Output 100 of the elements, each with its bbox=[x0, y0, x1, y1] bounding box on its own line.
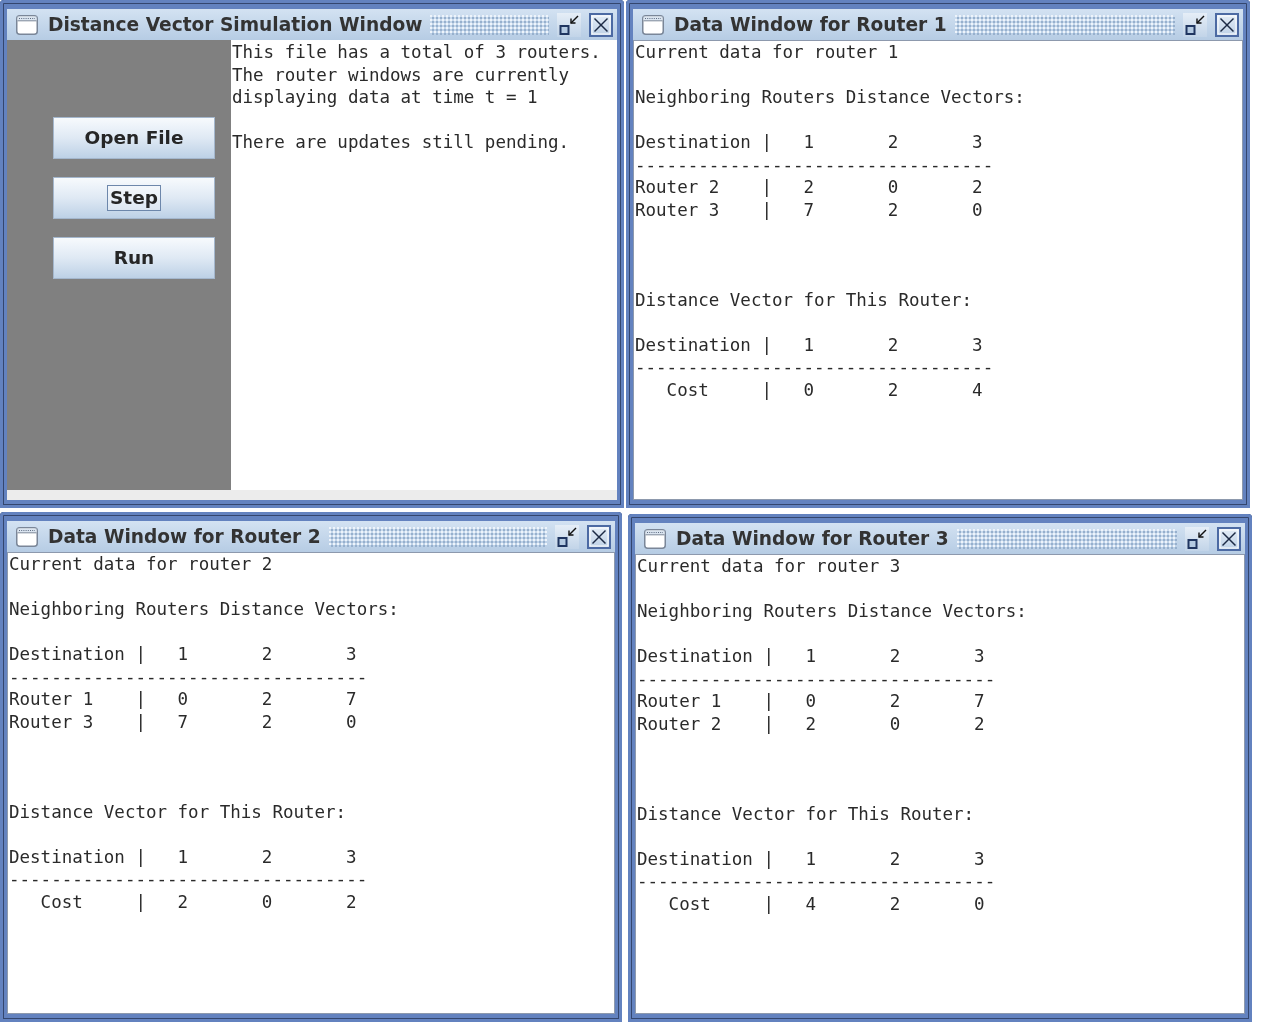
bar-separator: | bbox=[761, 198, 772, 221]
iconify-button[interactable] bbox=[557, 12, 581, 37]
message-text: There are updates still pending. bbox=[232, 131, 571, 154]
close-button[interactable] bbox=[589, 12, 613, 37]
table-value: 2 bbox=[887, 378, 899, 401]
table-value: 2 bbox=[346, 890, 357, 913]
window-title: Data Window for Router 1 bbox=[674, 14, 947, 35]
close-button[interactable] bbox=[1215, 12, 1239, 37]
bar-separator: | bbox=[763, 645, 774, 668]
window-title: Distance Vector Simulation Window bbox=[48, 14, 423, 35]
table-value: 7 bbox=[177, 710, 189, 733]
row-label: Router 2 bbox=[637, 712, 722, 735]
table-value: 2 bbox=[889, 892, 901, 915]
table-value: 0 bbox=[887, 176, 899, 199]
table-value: 2 bbox=[889, 690, 901, 713]
close-icon bbox=[591, 14, 611, 35]
table-value: 0 bbox=[974, 892, 985, 915]
column-header: 3 bbox=[974, 645, 985, 668]
dash-rule: ---------------------------------- bbox=[637, 870, 996, 893]
column-header: 1 bbox=[177, 643, 189, 666]
row-label: Cost bbox=[40, 890, 83, 913]
window-icon bbox=[16, 14, 38, 35]
table-value: 0 bbox=[803, 378, 815, 401]
section-caption: Distance Vector for This Router: bbox=[637, 802, 975, 825]
column-header: 1 bbox=[805, 645, 817, 668]
action-button[interactable]: Step bbox=[53, 177, 215, 219]
column-header: 3 bbox=[972, 333, 983, 356]
table-value: 2 bbox=[177, 890, 189, 913]
table-value: 0 bbox=[972, 198, 983, 221]
table-value: 0 bbox=[261, 890, 273, 913]
table-value: 0 bbox=[889, 712, 901, 735]
table-value: 2 bbox=[887, 198, 899, 221]
column-header: 3 bbox=[346, 643, 357, 666]
message-text: This file has a total of 3 routers. The router windows are currently displaying data at time t = 1 bbox=[232, 41, 602, 109]
bar-separator: | bbox=[135, 890, 146, 913]
window-title: Data Window for Router 3 bbox=[676, 528, 949, 549]
table-value: 2 bbox=[261, 710, 273, 733]
close-icon bbox=[589, 526, 609, 547]
iconify-button[interactable] bbox=[555, 524, 579, 549]
bar-separator: | bbox=[763, 892, 774, 915]
data-heading: Current data for router 2 bbox=[9, 553, 273, 576]
column-header: 2 bbox=[887, 333, 899, 356]
table-value: 2 bbox=[805, 712, 817, 735]
row-label: Router 3 bbox=[9, 710, 94, 733]
title-bar[interactable]: Data Window for Router 3 bbox=[635, 523, 1245, 554]
row-label: Router 1 bbox=[637, 690, 722, 713]
table-value: 7 bbox=[974, 690, 985, 713]
table-header-label: Destination bbox=[9, 845, 125, 868]
dash-rule: ---------------------------------- bbox=[635, 356, 994, 379]
column-header: 1 bbox=[803, 333, 815, 356]
window-title: Data Window for Router 2 bbox=[48, 526, 321, 547]
dash-rule: ---------------------------------- bbox=[9, 868, 368, 891]
title-bar[interactable]: Distance Vector Simulation Window bbox=[7, 9, 617, 40]
title-bar[interactable]: Data Window for Router 2 bbox=[7, 521, 615, 552]
data-heading: Current data for router 3 bbox=[637, 555, 901, 578]
column-header: 3 bbox=[974, 847, 985, 870]
close-button[interactable] bbox=[587, 524, 611, 549]
column-header: 2 bbox=[261, 643, 273, 666]
dash-rule: ---------------------------------- bbox=[637, 667, 996, 690]
column-header: 2 bbox=[889, 847, 901, 870]
table-value: 2 bbox=[974, 712, 985, 735]
close-icon bbox=[1217, 14, 1237, 35]
table-value: 0 bbox=[177, 688, 189, 711]
bar-separator: | bbox=[763, 690, 774, 713]
table-header-label: Destination bbox=[635, 131, 751, 154]
column-header: 2 bbox=[889, 645, 901, 668]
column-header: 1 bbox=[177, 845, 189, 868]
action-button[interactable]: Open File bbox=[53, 117, 215, 159]
bar-separator: | bbox=[135, 688, 146, 711]
table-value: 2 bbox=[803, 176, 815, 199]
section-caption: Neighboring Routers Distance Vectors: bbox=[635, 86, 1025, 109]
column-header: 3 bbox=[346, 845, 357, 868]
close-button[interactable] bbox=[1217, 526, 1241, 551]
bar-separator: | bbox=[763, 847, 774, 870]
table-value: 4 bbox=[972, 378, 983, 401]
action-button[interactable]: Run bbox=[53, 237, 215, 279]
window-icon bbox=[644, 528, 666, 549]
bar-separator: | bbox=[135, 845, 146, 868]
row-label: Router 3 bbox=[635, 198, 720, 221]
table-value: 7 bbox=[346, 688, 357, 711]
table-value: 2 bbox=[261, 688, 273, 711]
bar-separator: | bbox=[135, 643, 146, 666]
column-header: 2 bbox=[887, 131, 899, 154]
row-label: Router 1 bbox=[9, 688, 94, 711]
column-header: 2 bbox=[261, 845, 273, 868]
section-caption: Neighboring Routers Distance Vectors: bbox=[637, 600, 1027, 623]
table-value: 2 bbox=[972, 176, 983, 199]
table-header-label: Destination bbox=[637, 847, 753, 870]
iconify-button[interactable] bbox=[1183, 12, 1207, 37]
iconify-button[interactable] bbox=[1185, 526, 1209, 551]
bar-separator: | bbox=[763, 712, 774, 735]
column-header: 1 bbox=[805, 847, 817, 870]
table-header-label: Destination bbox=[635, 333, 751, 356]
row-label: Router 2 bbox=[635, 176, 720, 199]
section-caption: Neighboring Routers Distance Vectors: bbox=[9, 598, 399, 621]
table-value: 4 bbox=[805, 892, 817, 915]
table-value: 0 bbox=[805, 690, 817, 713]
title-bar[interactable]: Data Window for Router 1 bbox=[633, 9, 1243, 40]
bar-separator: | bbox=[761, 333, 772, 356]
row-label: Cost bbox=[666, 378, 709, 401]
